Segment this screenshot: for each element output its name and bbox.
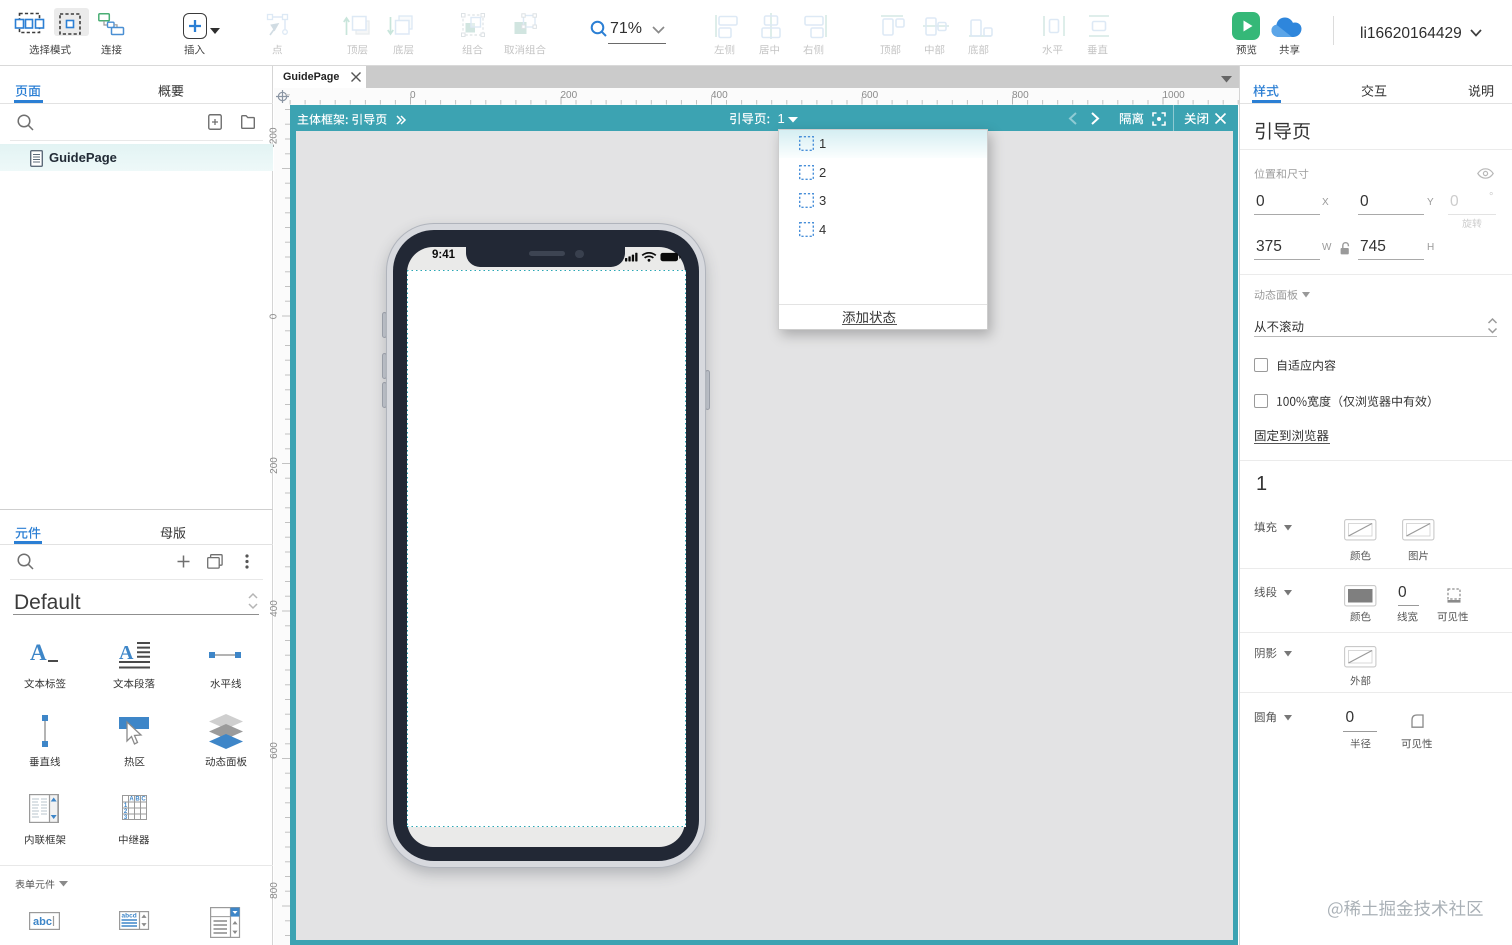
svg-text:C: C <box>141 797 146 803</box>
svg-text:abcd: abcd <box>122 913 137 920</box>
svg-text:abc: abc <box>33 916 52 928</box>
svg-text:B: B <box>135 797 140 803</box>
svg-text:A: A <box>129 797 134 803</box>
